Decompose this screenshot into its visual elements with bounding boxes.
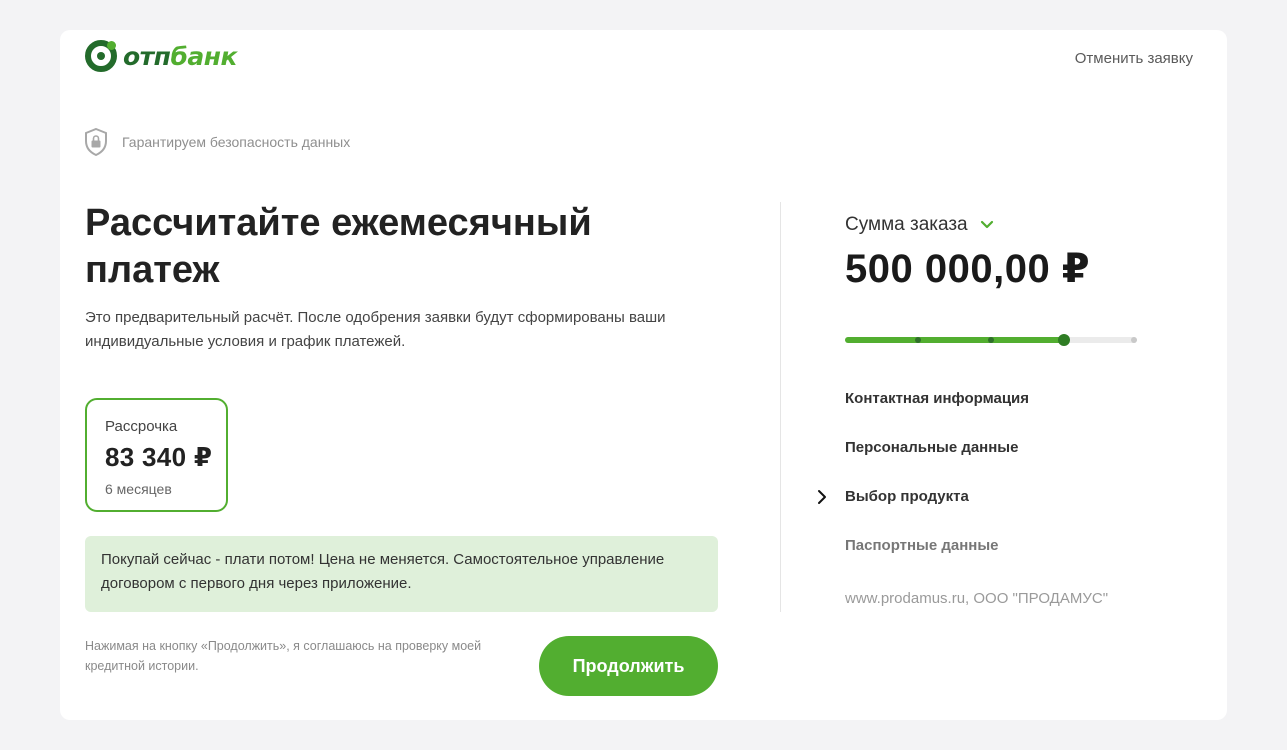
step-product-choice-label: Выбор продукта <box>845 488 969 505</box>
progress-step-dot-done <box>988 337 994 343</box>
step-contact-info[interactable]: Контактная информация <box>845 390 1029 407</box>
page-title: Рассчитайте ежемесячный платеж <box>85 202 592 291</box>
progress-step-dot-done <box>915 337 921 343</box>
step-passport-data[interactable]: Паспортные данные <box>845 537 999 554</box>
otp-bank-logo[interactable]: отпбанк <box>85 40 238 72</box>
progress-fill <box>845 337 1064 343</box>
chevron-down-icon <box>980 220 993 229</box>
chevron-right-icon <box>818 490 826 504</box>
logo-wordmark: отпбанк <box>123 41 238 71</box>
merchant-footer: www.prodamus.ru, ООО "ПРОДАМУС" <box>845 590 1109 607</box>
promo-banner: Покупай сейчас - плати потом! Цена не ме… <box>85 536 718 612</box>
column-divider <box>780 202 781 612</box>
step-personal-data[interactable]: Персональные данные <box>845 439 1018 456</box>
step-product-choice[interactable]: Выбор продукта <box>818 488 969 505</box>
application-card: отпбанк Отменить заявку Гарантируем безо… <box>60 30 1227 720</box>
continue-button[interactable]: Продолжить <box>539 636 718 696</box>
otp-logo-icon <box>85 40 117 72</box>
security-notice: Гарантируем безопасность данных <box>84 128 350 156</box>
progress-step-dot-pending <box>1131 337 1137 343</box>
progress-step-dot-current <box>1058 334 1070 346</box>
installment-plan-card[interactable]: Рассрочка 83 340 ₽ 6 месяцев <box>85 398 228 512</box>
plan-name: Рассрочка <box>105 418 178 435</box>
security-text: Гарантируем безопасность данных <box>122 134 351 150</box>
order-sum-amount: 500 000,00 ₽ <box>845 247 1091 291</box>
application-progress-bar <box>845 334 1137 346</box>
plan-monthly-amount: 83 340 ₽ <box>105 442 213 472</box>
order-sum-label: Сумма заказа <box>845 214 968 235</box>
order-sum-toggle[interactable]: Сумма заказа <box>845 214 994 236</box>
plan-term: 6 месяцев <box>105 481 172 497</box>
consent-text: Нажимая на кнопку «Продолжить», я соглаш… <box>85 639 482 673</box>
shield-lock-icon <box>85 128 107 156</box>
page-subtitle: Это предварительный расчёт. После одобре… <box>85 309 666 350</box>
cancel-application-link[interactable]: Отменить заявку <box>1075 50 1193 67</box>
